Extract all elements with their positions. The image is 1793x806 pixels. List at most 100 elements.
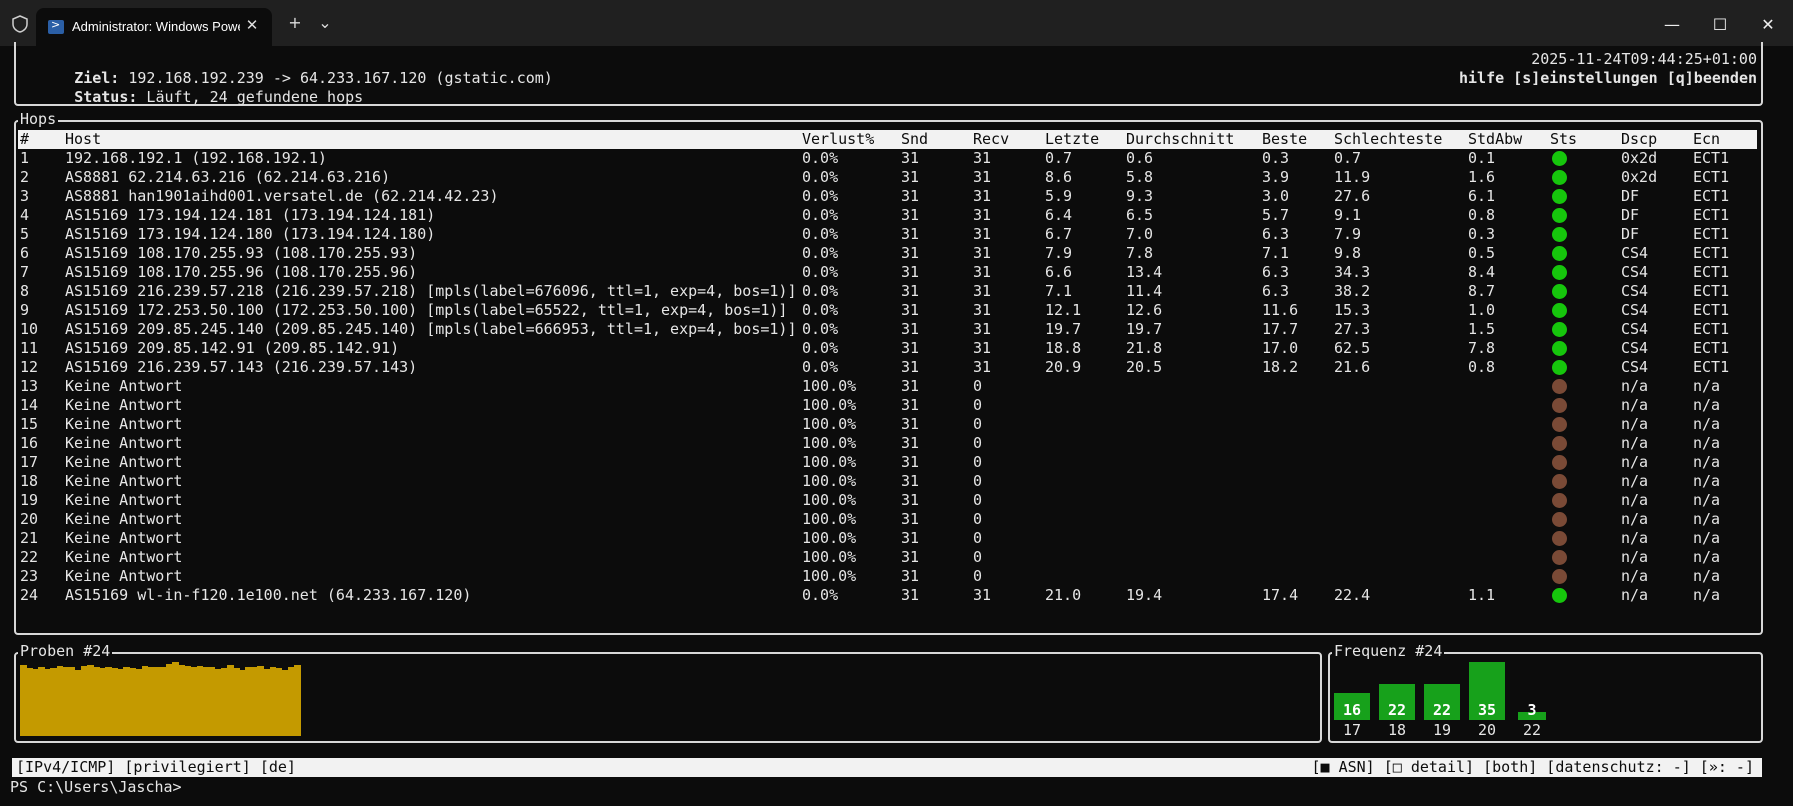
hop-row[interactable]: 6 AS15169 108.170.255.93 (108.170.255.93)… <box>0 244 1760 263</box>
col-received: 0 <box>973 567 983 585</box>
col-best-header: Beste <box>1262 130 1308 148</box>
hop-row[interactable]: 11 AS15169 209.85.142.91 (209.85.142.91) 0… <box>0 339 1760 358</box>
col-index: 5 <box>20 225 30 243</box>
col-index: 22 <box>20 548 39 566</box>
hop-row[interactable]: 13 Keine Antwort 100.0% 31 0 n/a n/a <box>0 377 1760 396</box>
close-window-button[interactable]: ✕ <box>1746 14 1790 36</box>
hop-row[interactable]: 9 AS15169 172.253.50.100 (172.253.50.100)… <box>0 301 1760 320</box>
hop-row[interactable]: 4 AS15169 173.194.124.181 (173.194.124.18… <box>0 206 1760 225</box>
col-stddev-header: StdAbw <box>1468 130 1523 148</box>
col-average: 21.8 <box>1126 339 1163 357</box>
col-loss: 0.0% <box>802 168 839 186</box>
col-host: Keine Antwort <box>65 434 183 452</box>
hop-row[interactable]: 10 AS15169 209.85.245.140 (209.85.245.140… <box>0 320 1760 339</box>
col-received: 0 <box>973 529 983 547</box>
hop-row[interactable]: 24 AS15169 wl-in-f120.1e100.net (64.233.1… <box>0 586 1760 605</box>
col-dscp: CS4 <box>1621 339 1649 357</box>
col-stddev: 6.1 <box>1468 187 1496 205</box>
hop-row[interactable]: 22 Keine Antwort 100.0% 31 0 n/a n/a <box>0 548 1760 567</box>
col-host: AS15169 172.253.50.100 (172.253.50.100) … <box>65 301 788 319</box>
status-lost-icon <box>1552 379 1567 394</box>
frequency-bin-label: 20 <box>1477 721 1497 739</box>
minimize-button[interactable]: — <box>1650 14 1694 36</box>
hop-row[interactable]: 12 AS15169 216.239.57.143 (216.239.57.143… <box>0 358 1760 377</box>
status-ok-icon <box>1552 151 1567 166</box>
col-index: 6 <box>20 244 30 262</box>
status-ok-icon <box>1552 227 1567 242</box>
frequency-bin-label: 22 <box>1522 721 1542 739</box>
col-dscp: n/a <box>1621 434 1649 452</box>
status-lost-icon <box>1552 398 1567 413</box>
col-sent: 31 <box>901 206 920 224</box>
maximize-button[interactable]: ☐ <box>1698 14 1742 36</box>
col-loss: 0.0% <box>802 244 839 262</box>
shell-prompt[interactable]: PS C:\Users\Jascha> <box>10 778 182 797</box>
col-best: 18.2 <box>1262 358 1299 376</box>
col-dscp: n/a <box>1621 472 1649 490</box>
col-ecn: ECT1 <box>1693 263 1730 281</box>
tab-close-icon[interactable]: ✕ <box>242 15 262 35</box>
col-host: Keine Antwort <box>65 491 183 509</box>
col-sent: 31 <box>901 586 920 604</box>
col-loss: 100.0% <box>802 548 857 566</box>
frequency-count-label: 3 <box>1527 701 1537 719</box>
col-index: 23 <box>20 567 39 585</box>
col-worst: 62.5 <box>1334 339 1371 357</box>
hop-row[interactable]: 23 Keine Antwort 100.0% 31 0 n/a n/a <box>0 567 1760 586</box>
hop-row[interactable]: 21 Keine Antwort 100.0% 31 0 n/a n/a <box>0 529 1760 548</box>
hop-row[interactable]: 16 Keine Antwort 100.0% 31 0 n/a n/a <box>0 434 1760 453</box>
samples-title: Proben #24 <box>18 642 113 661</box>
col-sent: 31 <box>901 168 920 186</box>
col-dscp-header: Dscp <box>1621 130 1658 148</box>
hop-row[interactable]: 15 Keine Antwort 100.0% 31 0 n/a n/a <box>0 415 1760 434</box>
col-last: 21.0 <box>1045 586 1082 604</box>
status-bar-left: [IPv4/ICMP] [privilegiert] [de] <box>16 758 296 776</box>
col-average: 7.0 <box>1126 225 1154 243</box>
hop-row[interactable]: 3 AS8881 han1901aihd001.versatel.de (62.2… <box>0 187 1760 206</box>
hop-row[interactable]: 2 AS8881 62.214.63.216 (62.214.63.216) 0.0… <box>0 168 1760 187</box>
col-loss: 0.0% <box>802 225 839 243</box>
tab-dropdown-button[interactable]: ⌄ <box>314 14 336 32</box>
col-sent-header: Snd <box>901 130 929 148</box>
col-stddev: 0.1 <box>1468 149 1496 167</box>
hop-row[interactable]: 19 Keine Antwort 100.0% 31 0 n/a n/a <box>0 491 1760 510</box>
col-host: 192.168.192.1 (192.168.192.1) <box>65 149 327 167</box>
col-host: Keine Antwort <box>65 377 183 395</box>
hop-row[interactable]: 14 Keine Antwort 100.0% 31 0 n/a n/a <box>0 396 1760 415</box>
col-worst: 7.9 <box>1334 225 1362 243</box>
tab-powershell[interactable]: Administrator: Windows PowerShell ✕ <box>36 8 272 46</box>
col-received: 31 <box>973 282 992 300</box>
col-ecn: ECT1 <box>1693 282 1730 300</box>
hop-row[interactable]: 1 192.168.192.1 (192.168.192.1) 0.0% 31 31 0.… <box>0 149 1760 168</box>
hop-row[interactable]: 17 Keine Antwort 100.0% 31 0 n/a n/a <box>0 453 1760 472</box>
col-stddev: 1.6 <box>1468 168 1496 186</box>
hop-row[interactable]: 18 Keine Antwort 100.0% 31 0 n/a n/a <box>0 472 1760 491</box>
col-index: 12 <box>20 358 39 376</box>
hop-row[interactable]: 20 Keine Antwort 100.0% 31 0 n/a n/a <box>0 510 1760 529</box>
col-loss: 100.0% <box>802 396 857 414</box>
terminal-area[interactable]: Ziel: 192.168.192.239 -> 64.233.167.120 … <box>0 42 1793 806</box>
col-average: 12.6 <box>1126 301 1163 319</box>
col-best: 5.7 <box>1262 206 1290 224</box>
new-tab-button[interactable]: + <box>284 14 306 32</box>
status-lost-icon <box>1552 512 1567 527</box>
col-best: 3.9 <box>1262 168 1290 186</box>
col-host: Keine Antwort <box>65 453 183 471</box>
col-loss: 0.0% <box>802 206 839 224</box>
col-last: 8.6 <box>1045 168 1073 186</box>
col-stddev: 7.8 <box>1468 339 1496 357</box>
col-loss: 100.0% <box>802 529 857 547</box>
col-sent: 31 <box>901 244 920 262</box>
col-ecn: n/a <box>1693 510 1721 528</box>
status-bar: [IPv4/ICMP] [privilegiert] [de] [■ ASN] … <box>12 758 1762 777</box>
hop-row[interactable]: 7 AS15169 108.170.255.96 (108.170.255.96)… <box>0 263 1760 282</box>
col-last: 0.7 <box>1045 149 1073 167</box>
hop-row[interactable]: 8 AS15169 216.239.57.218 (216.239.57.218)… <box>0 282 1760 301</box>
col-average: 11.4 <box>1126 282 1163 300</box>
hop-row[interactable]: 5 AS15169 173.194.124.180 (173.194.124.18… <box>0 225 1760 244</box>
status-ok-icon <box>1552 265 1567 280</box>
col-stddev: 8.4 <box>1468 263 1496 281</box>
col-host: AS15169 216.239.57.218 (216.239.57.218) … <box>65 282 797 300</box>
col-loss: 100.0% <box>802 453 857 471</box>
col-sent: 31 <box>901 377 920 395</box>
